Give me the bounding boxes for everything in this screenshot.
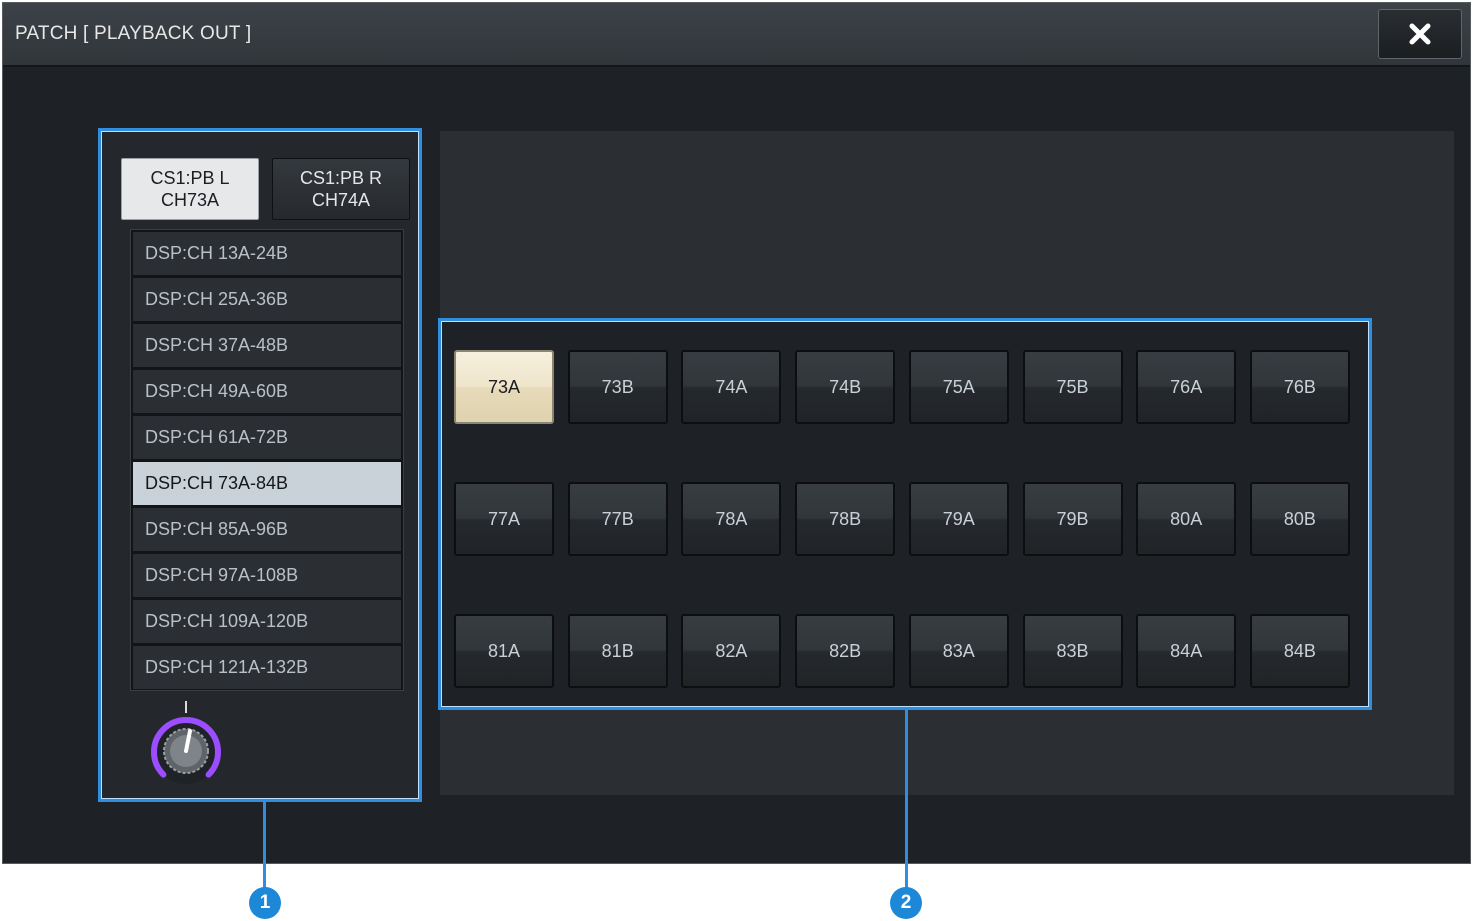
title-bar: PATCH [ PLAYBACK OUT ] (3, 3, 1470, 67)
list-item[interactable]: DSP:CH 73A-84B (133, 462, 401, 505)
close-button[interactable] (1378, 9, 1462, 59)
scroll-knob-icon[interactable] (141, 697, 231, 787)
close-icon (1409, 23, 1431, 45)
patch-cell-79a[interactable]: 79A (908, 482, 1009, 556)
patch-cell-80a[interactable]: 80A (1136, 482, 1237, 556)
dsp-channel-list: DSP:CH 13A-24B DSP:CH 25A-36B DSP:CH 37A-4… (130, 229, 404, 691)
patch-cell-74a[interactable]: 74A (681, 350, 782, 424)
list-item[interactable]: DSP:CH 13A-24B (133, 232, 401, 275)
patch-cell-78b[interactable]: 78B (795, 482, 896, 556)
channel-label: CS1:PB L (150, 168, 230, 188)
patch-cell-74b[interactable]: 74B (795, 350, 896, 424)
callout-marker-1: 1 (249, 887, 281, 919)
channel-number: CH73A (160, 190, 220, 210)
patch-cell-75a[interactable]: 75A (908, 350, 1009, 424)
patch-cell-83b[interactable]: 83B (1022, 614, 1123, 688)
list-item[interactable]: DSP:CH 49A-60B (133, 370, 401, 413)
list-item[interactable]: DSP:CH 97A-108B (133, 554, 401, 597)
patch-cell-76a[interactable]: 76A (1136, 350, 1237, 424)
patch-cell-73a[interactable]: 73A (454, 350, 554, 424)
patch-cell-73b[interactable]: 73B (567, 350, 668, 424)
patch-cell-81b[interactable]: 81B (567, 614, 668, 688)
patch-cell-75b[interactable]: 75B (1022, 350, 1123, 424)
channel-button-pb-r[interactable]: CS1:PB R CH74A (272, 158, 410, 220)
patch-cell-83a[interactable]: 83A (908, 614, 1009, 688)
list-item[interactable]: DSP:CH 121A-132B (133, 646, 401, 689)
patch-cell-77b[interactable]: 77B (567, 482, 668, 556)
channel-select-panel: CS1:PB L CH73A CS1:PB R CH74A DSP:CH 13A… (98, 128, 422, 802)
patch-cell-81a[interactable]: 81A (454, 614, 554, 688)
callout-leader-2 (905, 710, 908, 888)
list-item[interactable]: DSP:CH 37A-48B (133, 324, 401, 367)
patch-cell-84a[interactable]: 84A (1136, 614, 1237, 688)
patch-cell-82a[interactable]: 82A (681, 614, 782, 688)
list-item[interactable]: DSP:CH 109A-120B (133, 600, 401, 643)
patch-cell-84b[interactable]: 84B (1249, 614, 1350, 688)
patch-cell-80b[interactable]: 80B (1249, 482, 1350, 556)
list-item[interactable]: DSP:CH 85A-96B (133, 508, 401, 551)
patch-cell-78a[interactable]: 78A (681, 482, 782, 556)
patch-cell-77a[interactable]: 77A (454, 482, 554, 556)
channel-button-pb-l[interactable]: CS1:PB L CH73A (121, 158, 259, 220)
callout-marker-2: 2 (890, 887, 922, 919)
channel-number: CH74A (311, 190, 371, 210)
list-item[interactable]: DSP:CH 25A-36B (133, 278, 401, 321)
list-item[interactable]: DSP:CH 61A-72B (133, 416, 401, 459)
patch-cell-82b[interactable]: 82B (795, 614, 896, 688)
window-title: PATCH [ PLAYBACK OUT ] (15, 23, 252, 44)
patch-cell-79b[interactable]: 79B (1022, 482, 1123, 556)
patch-cell-76b[interactable]: 76B (1249, 350, 1350, 424)
callout-leader-1 (263, 802, 266, 888)
channel-label: CS1:PB R (299, 168, 383, 188)
patch-grid-panel: 73A 73B 74A 74B 75A 75B 76A 76B 77A 77B 78A 78B 79A 7… (438, 318, 1372, 710)
